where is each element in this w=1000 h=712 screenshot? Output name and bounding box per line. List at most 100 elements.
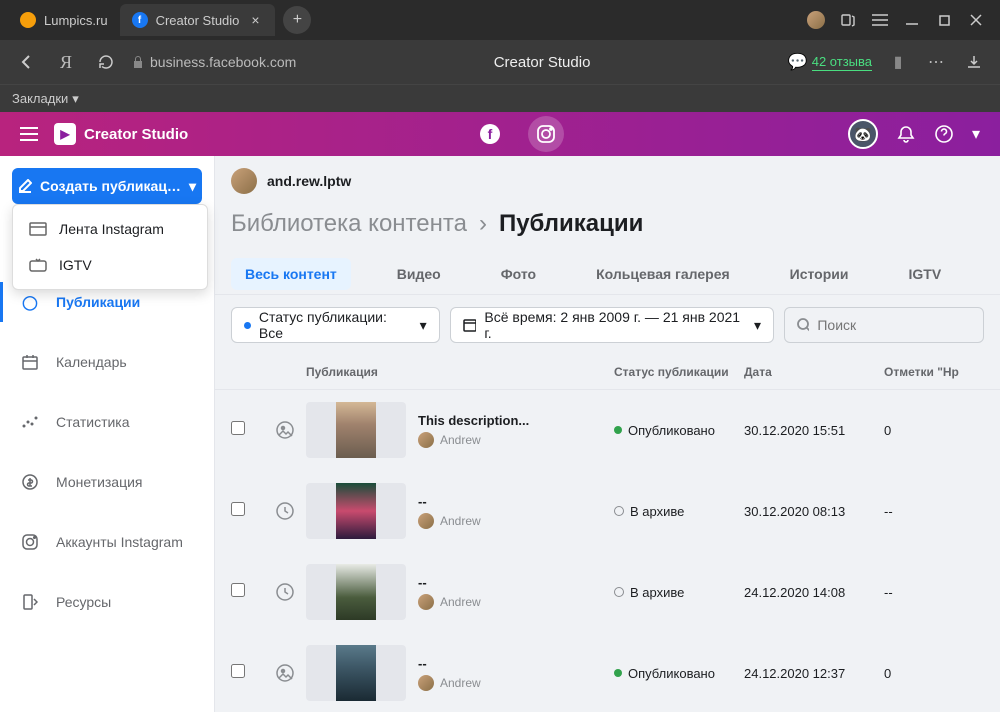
row-checkbox[interactable] <box>231 421 245 435</box>
status-filter[interactable]: Статус публикации: Все ▾ <box>231 307 440 343</box>
calendar-icon <box>20 352 40 372</box>
date-cell: 30.12.2020 15:51 <box>744 423 884 438</box>
table-row[interactable]: -- Andrew Опубликовано 24.12.2020 12:37 … <box>215 633 1000 712</box>
bookmarks-bar: Закладки ▾ <box>0 84 1000 112</box>
post-title: -- <box>418 656 481 671</box>
help-icon[interactable] <box>934 124 954 144</box>
chevron-down-icon: ▾ <box>72 91 79 107</box>
search-input[interactable] <box>817 317 971 333</box>
notifications-icon[interactable] <box>896 124 916 144</box>
new-tab-button[interactable]: + <box>283 6 311 34</box>
table-row[interactable]: -- Andrew В архиве 24.12.2020 14:08 -- <box>215 552 1000 633</box>
facebook-platform-button[interactable]: f <box>472 116 508 152</box>
hamburger-icon[interactable] <box>20 127 38 141</box>
profile-icon[interactable] <box>800 4 832 36</box>
app-header: ▶ Creator Studio f 🐼 ▾ <box>0 112 1000 156</box>
bookmark-icon[interactable]: ▮ <box>884 48 912 76</box>
likes-cell: -- <box>884 504 984 519</box>
calendar-icon <box>463 318 477 332</box>
menu-icon[interactable] <box>864 4 896 36</box>
post-author: Andrew <box>418 432 529 448</box>
tab-carousel[interactable]: Кольцевая галерея <box>582 254 744 294</box>
likes-cell: -- <box>884 585 984 600</box>
reload-button[interactable] <box>92 48 120 76</box>
sidebar: Создать публикац… ▾ Лента Instagram IGTV… <box>0 156 215 712</box>
breadcrumb-parent[interactable]: Библиотека контента <box>231 210 467 238</box>
table-row[interactable]: -- Andrew В архиве 30.12.2020 08:13 -- <box>215 471 1000 552</box>
content-type-icon <box>276 583 306 601</box>
back-button[interactable] <box>12 48 40 76</box>
browser-tab-strip: Lumpics.ru f Creator Studio × + <box>0 0 1000 40</box>
browser-tab-active[interactable]: f Creator Studio × <box>120 4 276 36</box>
likes-cell: 0 <box>884 666 984 681</box>
more-icon[interactable]: ⋯ <box>922 48 950 76</box>
collections-icon[interactable] <box>832 4 864 36</box>
row-checkbox[interactable] <box>231 502 245 516</box>
breadcrumb-current: Публикации <box>499 210 643 238</box>
reviews-badge[interactable]: 💬42 отзыва <box>788 52 872 72</box>
col-likes[interactable]: Отметки "Нр <box>884 365 984 379</box>
compose-icon <box>18 179 32 193</box>
content-type-icon <box>276 421 306 439</box>
url-display[interactable]: business.facebook.com <box>132 54 296 70</box>
content-table: Публикация Статус публикации Дата Отметк… <box>215 355 1000 712</box>
content-type-icon <box>276 664 306 682</box>
tab-igtv[interactable]: IGTV <box>895 254 956 294</box>
page-title: Creator Studio <box>308 54 776 71</box>
search-input-wrap <box>784 307 984 343</box>
instagram-platform-button[interactable] <box>528 116 564 152</box>
yandex-icon[interactable]: Я <box>52 48 80 76</box>
igtv-icon <box>29 258 47 272</box>
sidebar-item-resources[interactable]: Ресурсы <box>0 582 214 622</box>
close-tab-icon[interactable]: × <box>247 12 263 28</box>
downloads-icon[interactable] <box>960 48 988 76</box>
instagram-icon <box>20 532 40 552</box>
content-type-icon <box>276 502 306 520</box>
app-logo[interactable]: ▶ Creator Studio <box>54 123 188 145</box>
dropdown-item-feed[interactable]: Лента Instagram <box>13 211 207 247</box>
post-author: Andrew <box>418 675 481 691</box>
tab-video[interactable]: Видео <box>383 254 455 294</box>
account-selector[interactable]: and.rew.lptw <box>215 156 1000 206</box>
chevron-down-icon[interactable]: ▾ <box>972 124 980 144</box>
svg-text:f: f <box>488 126 493 142</box>
date-cell: 24.12.2020 12:37 <box>744 666 884 681</box>
create-post-button[interactable]: Создать публикац… ▾ <box>12 168 202 204</box>
row-checkbox[interactable] <box>231 583 245 597</box>
sidebar-item-stats[interactable]: Статистика <box>0 402 214 442</box>
dot-icon <box>244 322 251 329</box>
tab-all-content[interactable]: Весь контент <box>231 258 351 290</box>
chevron-down-icon: ▾ <box>189 178 196 195</box>
col-date[interactable]: Дата <box>744 365 884 379</box>
tab-photo[interactable]: Фото <box>487 254 550 294</box>
publications-icon: ◯ <box>20 292 40 312</box>
status-cell: В архиве <box>614 504 744 519</box>
thumbnail <box>306 564 406 620</box>
post-title: -- <box>418 575 481 590</box>
date-filter[interactable]: Всё время: 2 янв 2009 г. — 21 янв 2021 г… <box>450 307 774 343</box>
favicon-icon <box>20 12 36 28</box>
minimize-button[interactable] <box>896 4 928 36</box>
col-status[interactable]: Статус публикации <box>614 365 744 379</box>
maximize-button[interactable] <box>928 4 960 36</box>
col-publication[interactable]: Публикация <box>306 365 614 379</box>
post-author: Andrew <box>418 594 481 610</box>
post-title: -- <box>418 494 481 509</box>
dropdown-item-igtv[interactable]: IGTV <box>13 247 207 283</box>
resources-icon <box>20 592 40 612</box>
sidebar-item-monetization[interactable]: Монетизация <box>0 462 214 502</box>
sidebar-item-calendar[interactable]: Календарь <box>0 342 214 382</box>
chevron-down-icon: ▾ <box>754 317 761 334</box>
main-content: and.rew.lptw Библиотека контента › Публи… <box>215 156 1000 712</box>
status-cell: Опубликовано <box>614 666 744 681</box>
row-checkbox[interactable] <box>231 664 245 678</box>
sidebar-item-ig-accounts[interactable]: Аккаунты Instagram <box>0 522 214 562</box>
close-window-button[interactable] <box>960 4 992 36</box>
table-row[interactable]: This description... Andrew Опубликовано … <box>215 390 1000 471</box>
avatar[interactable]: 🐼 <box>848 119 878 149</box>
date-cell: 30.12.2020 08:13 <box>744 504 884 519</box>
tab-stories[interactable]: Истории <box>776 254 863 294</box>
post-author: Andrew <box>418 513 481 529</box>
browser-tab[interactable]: Lumpics.ru <box>8 4 120 36</box>
bookmarks-menu[interactable]: Закладки ▾ <box>12 91 79 107</box>
